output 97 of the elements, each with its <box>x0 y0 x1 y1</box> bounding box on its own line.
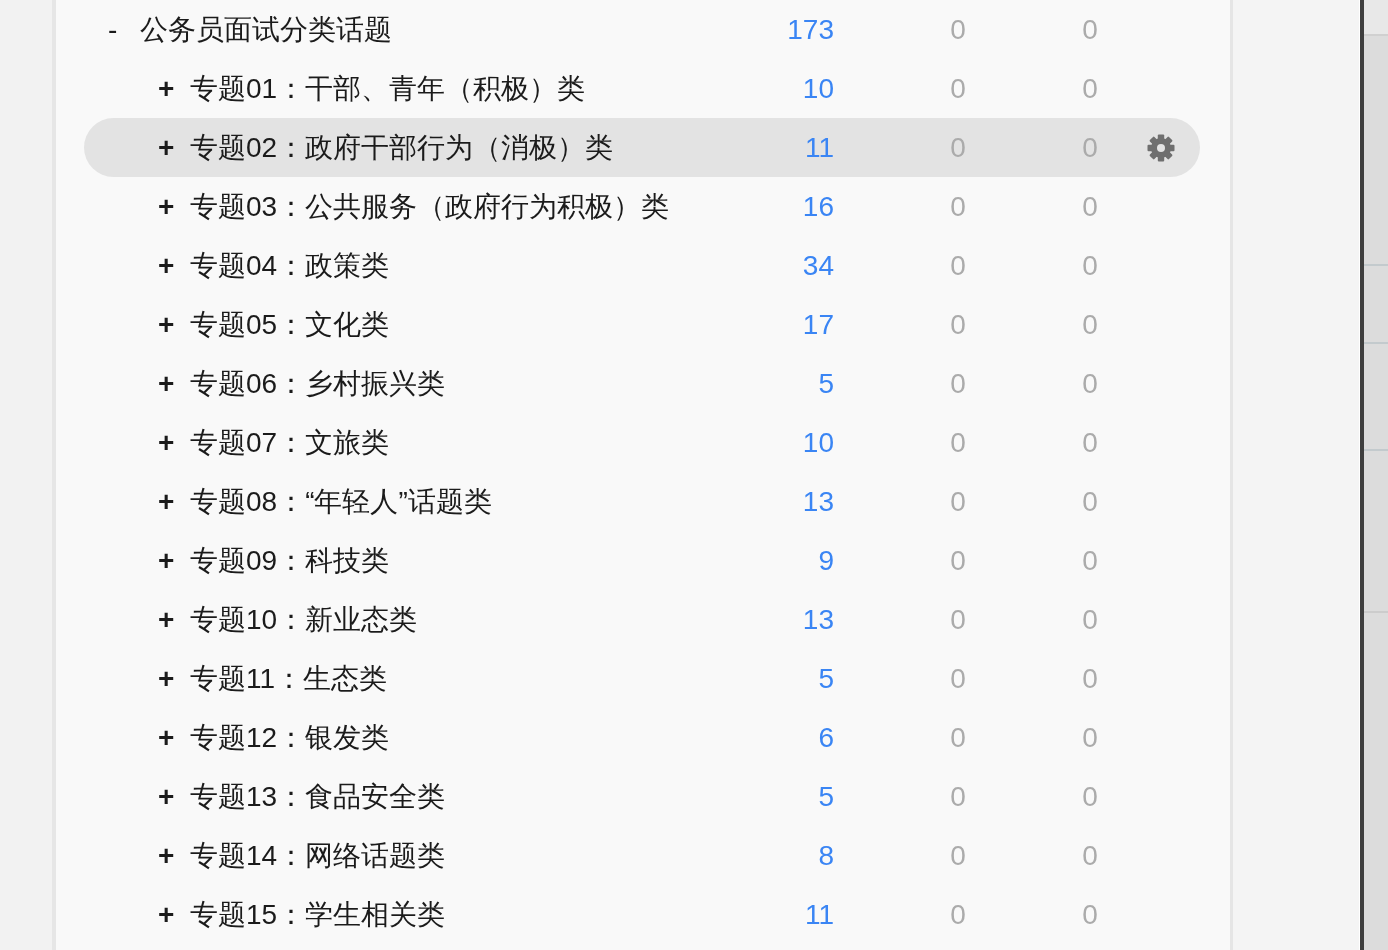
tree-row[interactable]: + 专题14：网络话题类 8 0 0 <box>84 826 1200 885</box>
tree-item-label: 专题01：干部、青年（积极）类 <box>190 71 587 106</box>
expand-toggle[interactable]: + <box>158 540 182 581</box>
stat-value: 0 <box>949 720 967 755</box>
stat-value: 0 <box>949 307 967 342</box>
item-count: 9 <box>817 543 834 578</box>
stat-value: 0 <box>1081 720 1099 755</box>
expand-toggle[interactable]: + <box>158 481 182 522</box>
tree-row[interactable]: - 公务员面试分类话题 173 0 0 <box>84 0 1200 59</box>
tree-item-label: 专题04：政策类 <box>190 248 391 283</box>
expand-toggle[interactable]: + <box>158 599 182 640</box>
stat-value: 0 <box>1081 602 1099 637</box>
tree-item-label: 专题05：文化类 <box>190 307 391 342</box>
tree-row[interactable]: + 专题11：生态类 5 0 0 <box>84 649 1200 708</box>
tree-row[interactable]: + 专题05：文化类 17 0 0 <box>84 295 1200 354</box>
stat-value: 0 <box>1081 366 1099 401</box>
item-count: 10 <box>801 71 834 106</box>
tree-row[interactable]: + 专题10：新业态类 13 0 0 <box>84 590 1200 649</box>
tree-item-label: 专题07：文旅类 <box>190 425 391 460</box>
stat-value: 0 <box>1081 838 1099 873</box>
expand-toggle[interactable]: + <box>158 717 182 758</box>
tree-row[interactable]: + 专题04：政策类 34 0 0 <box>84 236 1200 295</box>
expand-toggle[interactable]: + <box>158 363 182 404</box>
item-count: 8 <box>817 838 834 873</box>
item-count: 34 <box>801 248 834 283</box>
tree-item-label: 专题08：“年轻人”话题类 <box>190 484 493 519</box>
stat-value: 0 <box>949 602 967 637</box>
stat-value: 0 <box>949 189 967 224</box>
stat-value: 0 <box>949 366 967 401</box>
stat-value: 0 <box>949 838 967 873</box>
stat-value: 0 <box>949 484 967 519</box>
tree-item-label: 专题14：网络话题类 <box>190 838 447 873</box>
tree-row[interactable]: + 专题01：干部、青年（积极）类 10 0 0 <box>84 59 1200 118</box>
stat-value: 0 <box>949 71 967 106</box>
stat-value: 0 <box>949 425 967 460</box>
item-count: 5 <box>817 661 834 696</box>
expand-toggle[interactable]: + <box>158 304 182 345</box>
tree-row[interactable]: + 专题02：政府干部行为（消极）类 11 0 0 <box>84 118 1200 177</box>
stat-value: 0 <box>1081 661 1099 696</box>
tree-item-label: 公务员面试分类话题 <box>140 12 393 47</box>
stat-value: 0 <box>949 661 967 696</box>
tree-row[interactable]: + 专题08：“年轻人”话题类 13 0 0 <box>84 472 1200 531</box>
stat-value: 0 <box>1081 189 1099 224</box>
stat-value: 0 <box>1081 12 1099 47</box>
tree-row[interactable]: + 专题03：公共服务（政府行为积极）类 16 0 0 <box>84 177 1200 236</box>
item-count: 6 <box>817 720 834 755</box>
tree-item-label: 专题15：学生相关类 <box>190 897 447 932</box>
stat-value: 0 <box>1081 779 1099 814</box>
tree-row[interactable]: + 专题15：学生相关类 11 0 0 <box>84 885 1200 944</box>
item-count: 10 <box>801 425 834 460</box>
item-count: 16 <box>801 189 834 224</box>
item-count: 13 <box>801 484 834 519</box>
stat-value: 0 <box>949 248 967 283</box>
expand-toggle[interactable]: + <box>158 658 182 699</box>
tree-item-label: 专题02：政府干部行为（消极）类 <box>190 130 615 165</box>
stat-value: 0 <box>1081 543 1099 578</box>
stat-value: 0 <box>1081 484 1099 519</box>
tree-item-label: 专题11：生态类 <box>190 661 389 696</box>
expand-toggle[interactable]: + <box>158 186 182 227</box>
tree-row[interactable]: + 专题06：乡村振兴类 5 0 0 <box>84 354 1200 413</box>
tree-row[interactable]: + 专题09：科技类 9 0 0 <box>84 531 1200 590</box>
item-count: 17 <box>801 307 834 342</box>
expand-toggle[interactable]: + <box>158 835 182 876</box>
expand-toggle[interactable]: + <box>158 127 182 168</box>
expand-toggle[interactable]: + <box>158 245 182 286</box>
stat-value: 0 <box>1081 71 1099 106</box>
tree-item-label: 专题03：公共服务（政府行为积极）类 <box>190 189 671 224</box>
stat-value: 0 <box>949 897 967 932</box>
stat-value: 0 <box>949 543 967 578</box>
expand-toggle[interactable]: + <box>158 776 182 817</box>
item-count: 11 <box>803 897 834 932</box>
stat-value: 0 <box>1081 248 1099 283</box>
tree-item-label: 专题09：科技类 <box>190 543 391 578</box>
item-count: 5 <box>817 779 834 814</box>
item-count: 5 <box>817 366 834 401</box>
item-count: 11 <box>803 130 834 165</box>
tree-item-label: 专题13：食品安全类 <box>190 779 447 814</box>
stat-value: 0 <box>1081 897 1099 932</box>
item-count: 13 <box>801 602 834 637</box>
stat-value: 0 <box>949 12 967 47</box>
expand-toggle[interactable]: + <box>158 894 182 935</box>
stat-value: 0 <box>949 130 967 165</box>
collapse-toggle[interactable]: - <box>108 9 132 50</box>
tree-row[interactable]: + 专题07：文旅类 10 0 0 <box>84 413 1200 472</box>
stat-value: 0 <box>949 779 967 814</box>
expand-toggle[interactable]: + <box>158 68 182 109</box>
item-count: 173 <box>786 12 834 47</box>
stat-value: 0 <box>1081 425 1099 460</box>
tree-row[interactable]: + 专题13：食品安全类 5 0 0 <box>84 767 1200 826</box>
settings-icon[interactable] <box>1147 133 1175 162</box>
tree-item-label: 专题12：银发类 <box>190 720 391 755</box>
tree-item-label: 专题10：新业态类 <box>190 602 419 637</box>
tree-row[interactable]: + 专题12：银发类 6 0 0 <box>84 708 1200 767</box>
stat-value: 0 <box>1081 307 1099 342</box>
expand-toggle[interactable]: + <box>158 422 182 463</box>
stat-value: 0 <box>1081 130 1099 165</box>
tree-item-label: 专题06：乡村振兴类 <box>190 366 447 401</box>
